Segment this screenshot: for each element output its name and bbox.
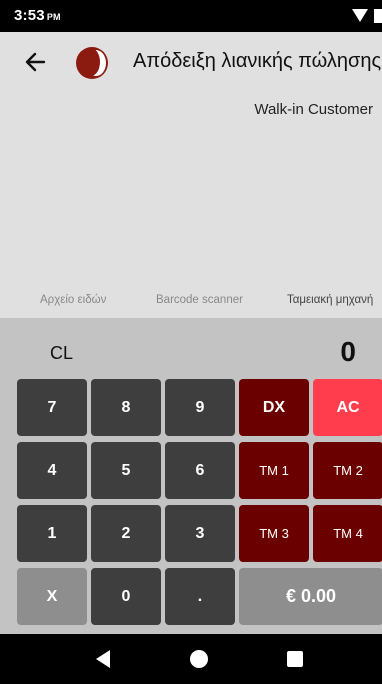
dx-button[interactable]: DX (239, 379, 309, 436)
app-logo (76, 47, 108, 79)
tab-cash-register[interactable]: Ταμειακή μηχανή (287, 285, 373, 315)
tm2-button[interactable]: TM 2 (313, 442, 382, 499)
page-title: Απόδειξη λιανικής πώλησης (133, 50, 382, 72)
key-7[interactable]: 7 (17, 379, 87, 436)
key-1[interactable]: 1 (17, 505, 87, 562)
app-bar: Απόδειξη λιανικής πώλησης (0, 32, 382, 92)
battery-icon (374, 9, 382, 23)
arrow-left-icon[interactable] (22, 48, 50, 76)
multiply-button[interactable]: X (17, 568, 87, 625)
amount-display: 0 (340, 336, 356, 367)
status-bar: 3:53 PM (0, 0, 382, 32)
key-4[interactable]: 4 (17, 442, 87, 499)
key-5[interactable]: 5 (91, 442, 161, 499)
tab-barcode-scanner[interactable]: Barcode scanner (156, 285, 243, 315)
triangle-back-icon[interactable] (96, 650, 110, 668)
decimal-button[interactable]: . (165, 568, 235, 625)
customer-name[interactable]: Walk-in Customer (254, 101, 373, 118)
square-recents-icon[interactable] (287, 651, 303, 667)
total-payment-button[interactable]: € 0.00 (239, 568, 382, 625)
tm3-button[interactable]: TM 3 (239, 505, 309, 562)
key-0[interactable]: 0 (91, 568, 161, 625)
key-3[interactable]: 3 (165, 505, 235, 562)
key-9[interactable]: 9 (165, 379, 235, 436)
ac-button[interactable]: AC (313, 379, 382, 436)
source-tabs: Αρχείο ειδών Barcode scanner Ταμειακή μη… (0, 285, 382, 315)
status-time: 3:53 PM (14, 7, 61, 24)
wifi-icon (352, 9, 368, 22)
key-2[interactable]: 2 (91, 505, 161, 562)
tab-item-catalog[interactable]: Αρχείο ειδών (40, 285, 106, 315)
circle-home-icon[interactable] (190, 650, 208, 668)
tm1-button[interactable]: TM 1 (239, 442, 309, 499)
clear-label[interactable]: CL (50, 343, 73, 364)
cash-register-keypad: CL 0 7 8 9 DX AC 4 5 6 TM 1 TM 2 1 2 3 T… (0, 318, 382, 634)
system-nav-bar (0, 634, 382, 684)
tm4-button[interactable]: TM 4 (313, 505, 382, 562)
key-6[interactable]: 6 (165, 442, 235, 499)
key-8[interactable]: 8 (91, 379, 161, 436)
